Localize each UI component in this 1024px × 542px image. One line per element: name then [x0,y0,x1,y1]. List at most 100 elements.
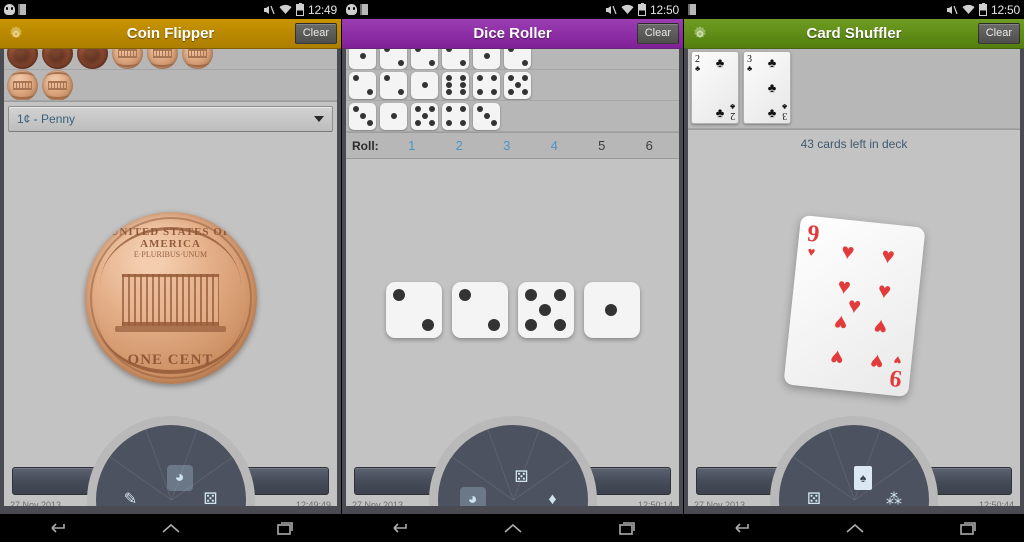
die [380,71,407,99]
battery-icon [978,2,987,16]
roll-legend-label: Roll: [352,138,379,153]
back-icon[interactable] [388,520,410,536]
die[interactable] [517,282,574,338]
dice-history-row-top [346,49,679,70]
card-pip: ♥ [832,309,848,336]
radial-item-card[interactable]: ♠ [850,465,876,491]
wifi-icon [621,4,634,15]
status-bar: 12:50 [342,0,683,19]
nav-bar [0,514,341,542]
home-icon[interactable] [502,520,524,536]
coin-type-value: 1¢ - Penny [17,112,76,126]
card-rank: 3 ♣ [781,102,787,121]
die [349,49,376,69]
roll-legend-number[interactable]: 4 [531,138,579,153]
card-corner-top-left: 9 ♥ [804,221,820,260]
die [504,49,531,69]
coin-text-mid: E·PLURIBUS·UNUM [133,249,208,259]
dice-history-row-middle [346,70,679,101]
home-icon[interactable] [160,520,182,536]
die[interactable] [451,282,508,338]
coin-history-item [42,49,73,69]
card-result-stage: 9 ♥ ♥ ♥ ♥ ♥ ♥ ♥ ♥ ♥ ♥ 9 ♥ [688,151,1020,461]
dice-result[interactable] [385,282,640,338]
die[interactable] [385,282,442,338]
coin-result[interactable]: UNITED STATES OF AMERICA E·PLURIBUS·UNUM… [84,212,257,384]
die [380,49,407,69]
app-bar: Dice Roller Clear [342,19,683,49]
status-bar-clock: 12:50 [649,2,679,17]
coin-history-item [7,49,38,69]
back-icon[interactable] [46,520,68,536]
die [442,71,469,99]
card-pip: ♥ [876,277,892,304]
radial-item-dice[interactable]: ⚄ [509,465,535,491]
roll-legend-number[interactable]: 3 [483,138,531,153]
card-pip: ♥ [828,345,845,372]
screenshot-root: 12:49 Coin Flipper Clear 1¢ - Penny UNIT… [0,0,1024,542]
coin-history-item [7,70,38,100]
recents-icon[interactable] [617,520,637,536]
card-pip: ♥ [879,242,896,269]
card-rank: 2 ♣ [695,54,701,73]
nav-bar [342,514,683,542]
gear-icon[interactable] [7,25,25,43]
coin-history-item [112,49,143,69]
die [442,49,469,69]
roll-legend-number[interactable]: 6 [626,138,674,153]
card-result[interactable]: 9 ♥ ♥ ♥ ♥ ♥ ♥ ♥ ♥ ♥ ♥ 9 ♥ [782,214,926,398]
gear-icon[interactable] [691,25,709,43]
card-suit: ♥ [806,243,816,260]
wifi-icon [279,4,292,15]
roll-legend-number[interactable]: 5 [578,138,626,153]
app-title: Dice Roller [473,25,552,42]
status-bar: 12:50 [684,0,1024,19]
die [473,49,500,69]
status-bar-right: 12:49 [263,2,337,17]
die [349,71,376,99]
radial-item-coin[interactable]: ◕ [166,465,193,491]
roll-legend-number[interactable]: 1 [388,138,436,153]
die [442,102,469,130]
die[interactable] [583,282,640,338]
back-icon[interactable] [730,520,752,536]
ghost-icon [4,4,15,15]
device-screen-dice-roller: 12:50 Dice Roller Clear Roll: 123456 RAN… [341,0,683,542]
mute-icon [263,4,275,16]
ghost-icon [346,4,357,15]
card-rank: 9 [887,364,903,392]
sim-card-icon [688,4,696,15]
coin-icon: ◕ [174,469,185,486]
clear-button[interactable]: Clear [977,23,1020,44]
roll-legend-number[interactable]: 2 [436,138,484,153]
card-center-pip: ♥ [846,292,862,319]
wifi-icon [962,4,975,15]
card-pip: ♥ [839,238,856,265]
status-bar-right: 12:50 [946,2,1020,17]
status-bar-clock: 12:50 [990,2,1020,17]
card-icon: ♠ [854,466,872,490]
coin-history-row-top [4,49,337,70]
dice-history-row-bottom [346,101,679,132]
coin-result-stage: UNITED STATES OF AMERICA E·PLURIBUS·UNUM… [4,135,337,461]
coin-history [4,49,337,102]
app-bar: Coin Flipper Clear [0,19,341,49]
device-edge [0,506,341,514]
recents-icon[interactable] [275,520,295,536]
sim-card-icon [360,4,368,15]
home-icon[interactable] [844,520,866,536]
app-bar: Card Shuffler Clear [684,19,1024,49]
device-edge [342,506,683,514]
clear-button[interactable]: Clear [294,23,337,44]
die [411,49,438,69]
card-history-item: 3 ♣ ♣ ♣ ♣ 3 ♣ [743,51,791,124]
coin-history-item [42,70,73,100]
coin-type-spinner[interactable]: 1¢ - Penny [8,106,333,132]
die [380,102,407,130]
card-pip: ♥ [872,313,888,341]
clear-button[interactable]: Clear [636,23,679,44]
die [504,71,531,99]
status-bar-left [688,4,696,15]
status-bar: 12:49 [0,0,341,19]
recents-icon[interactable] [958,520,978,536]
